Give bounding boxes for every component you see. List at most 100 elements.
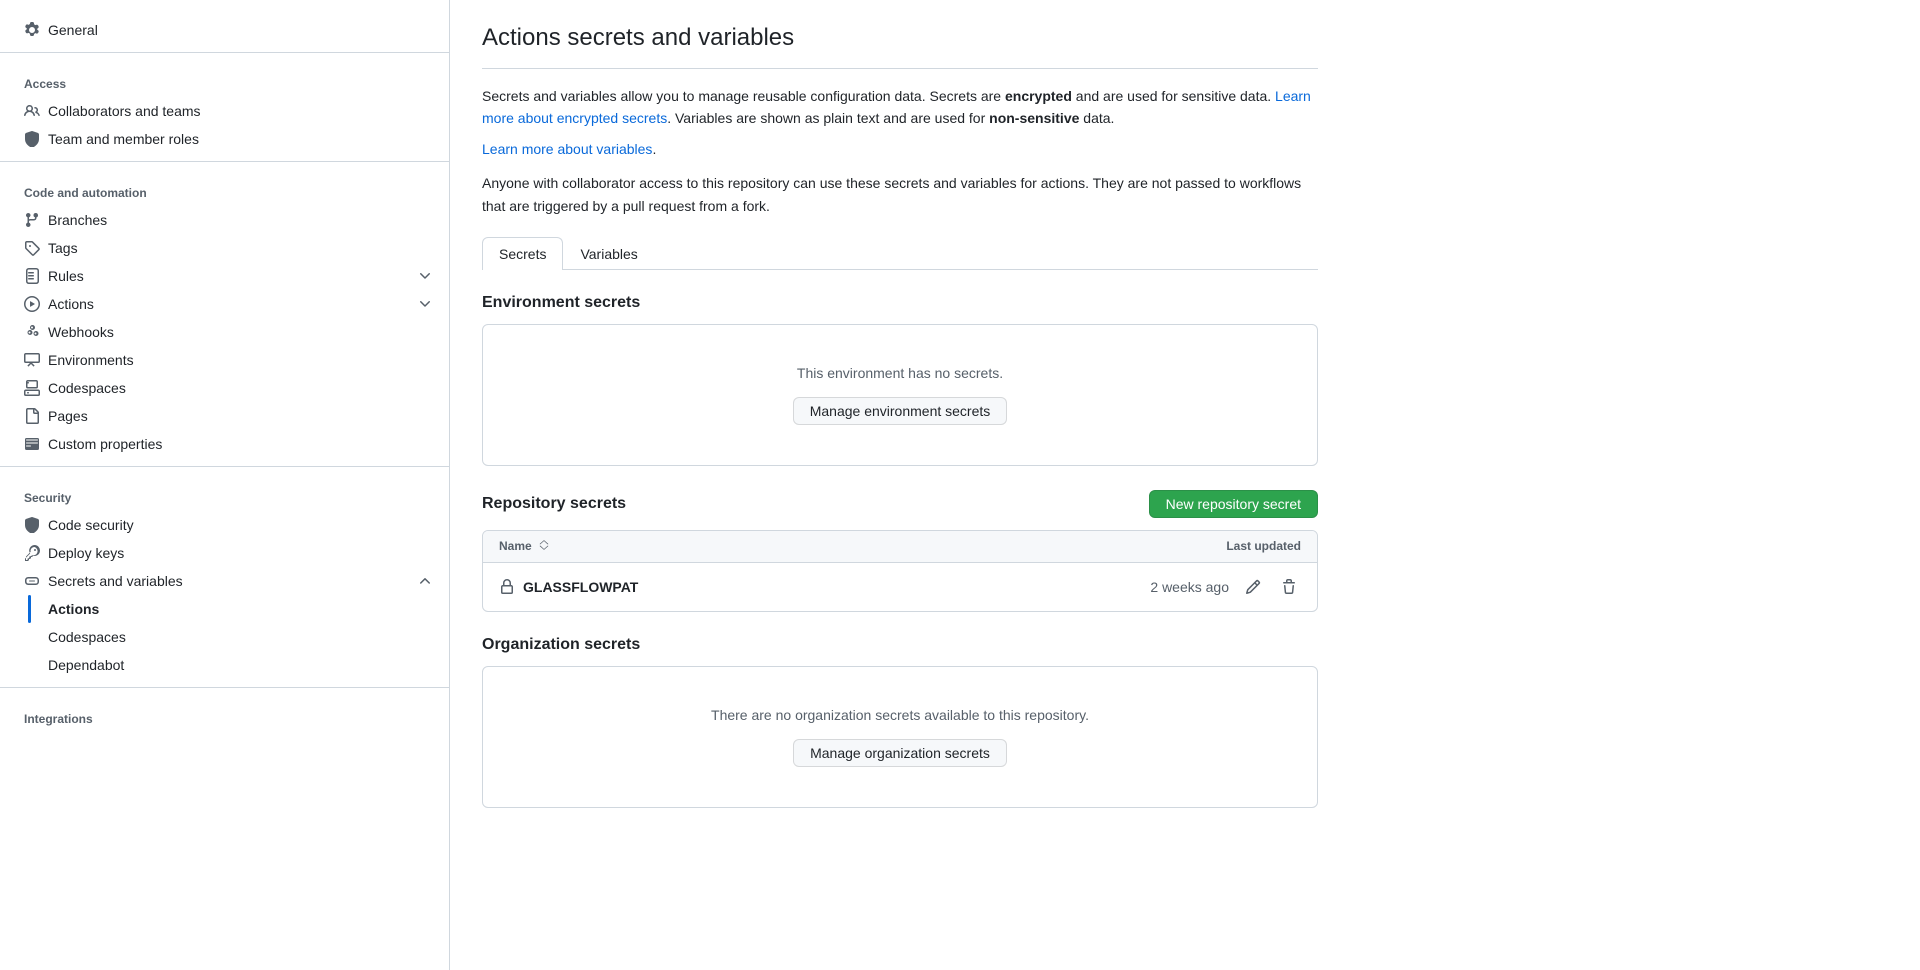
webhook-icon	[24, 324, 40, 340]
description-line2: Learn more about variables.	[482, 138, 1318, 160]
sidebar-item-branches-label: Branches	[48, 212, 107, 228]
desc-cont1: and are used for sensitive data.	[1072, 88, 1275, 104]
sidebar-item-code-security-label: Code security	[48, 517, 134, 533]
properties-icon	[24, 436, 40, 452]
sidebar-item-environments[interactable]: Environments	[0, 346, 449, 374]
sidebar-item-branches[interactable]: Branches	[0, 206, 449, 234]
tag-icon	[24, 240, 40, 256]
page-title: Actions secrets and variables	[482, 24, 1318, 69]
chevron-up-icon	[417, 573, 433, 589]
desc-bold2: non-sensitive	[989, 110, 1079, 126]
sidebar-item-rules-label: Rules	[48, 268, 84, 284]
repo-secrets-header: Repository secrets New repository secret	[482, 490, 1318, 518]
sort-icon	[538, 539, 550, 554]
sidebar-item-codespaces-child[interactable]: Codespaces	[0, 623, 449, 651]
env-secrets-title: Environment secrets	[482, 294, 1318, 312]
section-label-security: Security	[0, 475, 449, 511]
chevron-down-icon	[417, 268, 433, 284]
secret-icon	[24, 573, 40, 589]
manage-env-secrets-button[interactable]: Manage environment secrets	[793, 397, 1008, 425]
rules-icon	[24, 268, 40, 284]
branch-icon	[24, 212, 40, 228]
codesecurity-icon	[24, 517, 40, 533]
key-icon	[24, 545, 40, 561]
sidebar-item-tags-label: Tags	[48, 240, 78, 256]
shield-icon	[24, 131, 40, 147]
last-updated-column-header: Last updated	[1226, 539, 1301, 553]
desc-cont2: data.	[1079, 110, 1114, 126]
sidebar-item-deploy-keys-label: Deploy keys	[48, 545, 124, 561]
desc-text2: . Variables are shown as plain text and …	[667, 110, 989, 126]
desc-text1: Secrets and variables allow you to manag…	[482, 88, 1005, 104]
sidebar-item-code-security[interactable]: Code security	[0, 511, 449, 539]
desc-bold1: encrypted	[1005, 88, 1072, 104]
divider-security	[0, 466, 449, 467]
section-label-code: Code and automation	[0, 170, 449, 206]
org-secrets-box: There are no organization secrets availa…	[482, 666, 1318, 808]
gear-icon	[24, 22, 40, 38]
divider-integrations	[0, 687, 449, 688]
sidebar-item-actions-label: Actions	[48, 296, 94, 312]
sidebar-item-codespaces[interactable]: Codespaces	[0, 374, 449, 402]
sidebar-item-actions[interactable]: Actions	[0, 290, 449, 318]
codespaces-icon	[24, 380, 40, 396]
new-repo-secret-button[interactable]: New repository secret	[1149, 490, 1318, 518]
org-secrets-title: Organization secrets	[482, 636, 1318, 654]
sidebar-item-team-roles-label: Team and member roles	[48, 131, 199, 147]
sidebar-item-actions-child[interactable]: Actions	[0, 595, 449, 623]
sidebar-item-dependabot-child-label: Dependabot	[48, 657, 124, 673]
tab-secrets[interactable]: Secrets	[482, 237, 563, 270]
delete-secret-button[interactable]	[1277, 575, 1301, 599]
secret-row-right: 2 weeks ago	[1150, 575, 1301, 599]
sidebar-item-secrets-variables[interactable]: Secrets and variables	[0, 567, 449, 595]
sidebar-item-codespaces-label: Codespaces	[48, 380, 126, 396]
env-secrets-box: This environment has no secrets. Manage …	[482, 324, 1318, 466]
sidebar-item-collaborators-label: Collaborators and teams	[48, 103, 201, 119]
env-secrets-empty-text: This environment has no secrets.	[503, 365, 1297, 381]
sidebar-item-general-label: General	[48, 22, 98, 38]
name-column-header[interactable]: Name	[499, 539, 550, 554]
sidebar-item-tags[interactable]: Tags	[0, 234, 449, 262]
sidebar-item-deploy-keys[interactable]: Deploy keys	[0, 539, 449, 567]
main-content: Actions secrets and variables Secrets an…	[450, 0, 1350, 970]
manage-org-secrets-button[interactable]: Manage organization secrets	[793, 739, 1007, 767]
environments-icon	[24, 352, 40, 368]
table-header-row: Name Last updated	[483, 531, 1317, 563]
edit-secret-button[interactable]	[1241, 575, 1265, 599]
lock-icon	[499, 579, 515, 595]
sidebar: General Access Collaborators and teams T…	[0, 0, 450, 970]
divider-code	[0, 161, 449, 162]
section-label-access: Access	[0, 61, 449, 97]
sidebar-item-webhooks-label: Webhooks	[48, 324, 114, 340]
people-icon	[24, 103, 40, 119]
sidebar-item-environments-label: Environments	[48, 352, 134, 368]
learn-variables-link[interactable]: Learn more about variables	[482, 141, 652, 157]
sidebar-item-dependabot-child[interactable]: Dependabot	[0, 651, 449, 679]
org-secrets-empty-text: There are no organization secrets availa…	[503, 707, 1297, 723]
sidebar-item-custom-properties-label: Custom properties	[48, 436, 162, 452]
secret-name: GLASSFLOWPAT	[523, 579, 638, 595]
description-line1: Secrets and variables allow you to manag…	[482, 85, 1318, 130]
repo-secrets-title: Repository secrets	[482, 495, 626, 513]
secret-last-updated: 2 weeks ago	[1150, 579, 1229, 595]
tab-variables[interactable]: Variables	[563, 237, 654, 270]
sidebar-item-custom-properties[interactable]: Custom properties	[0, 430, 449, 458]
notice-text: Anyone with collaborator access to this …	[482, 172, 1318, 217]
sidebar-item-codespaces-child-label: Codespaces	[48, 629, 126, 645]
sidebar-item-team-roles[interactable]: Team and member roles	[0, 125, 449, 153]
chevron-down-icon-actions	[417, 296, 433, 312]
divider-access	[0, 52, 449, 53]
sidebar-item-collaborators[interactable]: Collaborators and teams	[0, 97, 449, 125]
actions-icon	[24, 296, 40, 312]
table-row: GLASSFLOWPAT 2 weeks ago	[483, 563, 1317, 611]
sidebar-item-rules[interactable]: Rules	[0, 262, 449, 290]
section-label-integrations: Integrations	[0, 696, 449, 732]
pages-icon	[24, 408, 40, 424]
tabs-bar: Secrets Variables	[482, 237, 1318, 270]
sidebar-item-pages-label: Pages	[48, 408, 88, 424]
sidebar-item-actions-child-label: Actions	[48, 601, 99, 617]
sidebar-item-general[interactable]: General	[0, 16, 449, 44]
repo-secrets-table: Name Last updated GLASSFLOWPAT 2 weeks a…	[482, 530, 1318, 612]
sidebar-item-webhooks[interactable]: Webhooks	[0, 318, 449, 346]
sidebar-item-pages[interactable]: Pages	[0, 402, 449, 430]
